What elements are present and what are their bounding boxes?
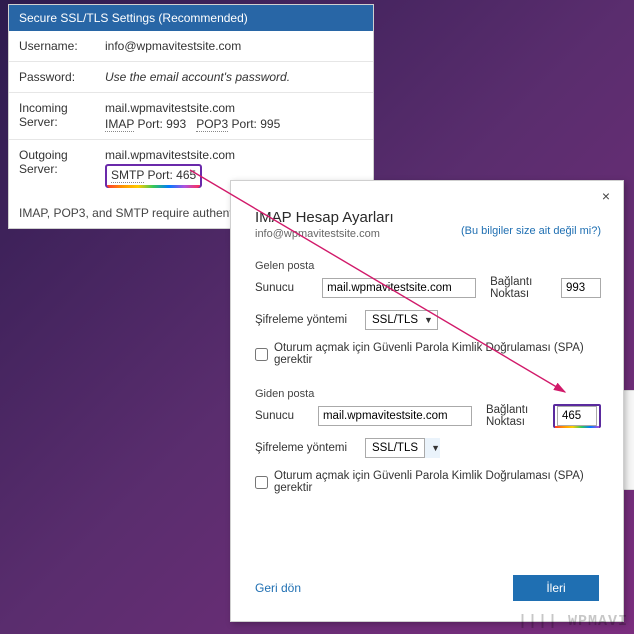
ssl-pop3-port: Port: 995 — [232, 117, 281, 131]
incoming-spa-label: Oturum açmak için Güvenli Parola Kimlik … — [274, 342, 601, 366]
ssl-imap-port: Port: 993 — [137, 117, 186, 131]
incoming-encryption-row: Şifreleme yöntemi SSL/TLS ▼ — [255, 310, 601, 330]
ssl-username-label: Username: — [19, 39, 105, 53]
back-link[interactable]: Geri dön — [255, 581, 301, 595]
ssl-imap-proto: IMAP — [105, 117, 134, 132]
outgoing-encryption-select[interactable]: SSL/TLS ▼ — [365, 438, 440, 458]
outgoing-encryption-row: Şifreleme yöntemi SSL/TLS ▼ — [255, 438, 601, 458]
smtp-port-highlight: SMTP Port: 465 — [105, 164, 202, 188]
incoming-server-input[interactable] — [322, 278, 476, 298]
incoming-port-label: Bağlantı Noktası — [490, 276, 553, 300]
ssl-incoming-label-2: Server: — [19, 115, 105, 129]
ssl-incoming-host: mail.wpmavitestsite.com — [105, 101, 363, 115]
incoming-server-row: Sunucu Bağlantı Noktası — [255, 276, 601, 300]
outgoing-port-label: Bağlantı Noktası — [486, 404, 545, 428]
next-button[interactable]: İleri — [513, 575, 599, 601]
ssl-outgoing-label-2: Server: — [19, 162, 105, 176]
incoming-spa-row[interactable]: Oturum açmak için Güvenli Parola Kimlik … — [255, 342, 601, 366]
outgoing-encryption-label: Şifreleme yöntemi — [255, 442, 365, 454]
watermark: |||| WPMAVI — [518, 613, 628, 630]
chevron-down-icon: ▼ — [431, 443, 440, 453]
chevron-down-icon: ▼ — [424, 315, 433, 325]
outgoing-server-input[interactable] — [318, 406, 472, 426]
ssl-outgoing-label-1: Outgoing — [19, 148, 105, 162]
ssl-outgoing-host: mail.wpmavitestsite.com — [105, 148, 363, 162]
ssl-username-row: Username: info@wpmavitestsite.com — [9, 31, 373, 62]
not-your-info-link[interactable]: (Bu bilgiler size ait değil mi?) — [461, 225, 601, 237]
outgoing-port-input[interactable] — [557, 406, 597, 426]
outgoing-spa-row[interactable]: Oturum açmak için Güvenli Parola Kimlik … — [255, 470, 601, 494]
ssl-smtp-port: Port: 465 — [147, 168, 196, 182]
outgoing-port-highlight — [553, 404, 601, 428]
close-button[interactable]: × — [597, 187, 615, 205]
imap-account-settings-dialog: × IMAP Hesap Ayarları info@wpmavitestsit… — [230, 180, 624, 622]
outgoing-spa-label: Oturum açmak için Güvenli Parola Kimlik … — [274, 470, 601, 494]
incoming-server-label: Sunucu — [255, 282, 322, 294]
incoming-port-input[interactable] — [561, 278, 601, 298]
incoming-encryption-value: SSL/TLS — [372, 314, 418, 326]
ssl-password-value: Use the email account's password. — [105, 70, 290, 84]
outgoing-server-label: Sunucu — [255, 410, 318, 422]
ssl-username-value: info@wpmavitestsite.com — [105, 39, 363, 53]
ssl-pop3-proto: POP3 — [196, 117, 228, 132]
ssl-smtp-proto: SMTP — [111, 168, 144, 183]
outgoing-section-label: Giden posta — [255, 388, 601, 400]
ssl-incoming-row: Incoming Server: mail.wpmavitestsite.com… — [9, 93, 373, 140]
ssl-incoming-label-1: Incoming — [19, 101, 105, 115]
dialog-title: IMAP Hesap Ayarları — [255, 209, 601, 226]
ssl-panel-header: Secure SSL/TLS Settings (Recommended) — [9, 5, 373, 31]
incoming-section-label: Gelen posta — [255, 260, 601, 272]
outgoing-spa-checkbox[interactable] — [255, 476, 268, 489]
incoming-spa-checkbox[interactable] — [255, 348, 268, 361]
incoming-encryption-select[interactable]: SSL/TLS ▼ — [365, 310, 438, 330]
incoming-encryption-label: Şifreleme yöntemi — [255, 314, 365, 326]
ssl-password-row: Password: Use the email account's passwo… — [9, 62, 373, 93]
outgoing-encryption-value: SSL/TLS — [372, 442, 418, 454]
outgoing-server-row: Sunucu Bağlantı Noktası — [255, 404, 601, 428]
ssl-password-label: Password: — [19, 70, 105, 84]
